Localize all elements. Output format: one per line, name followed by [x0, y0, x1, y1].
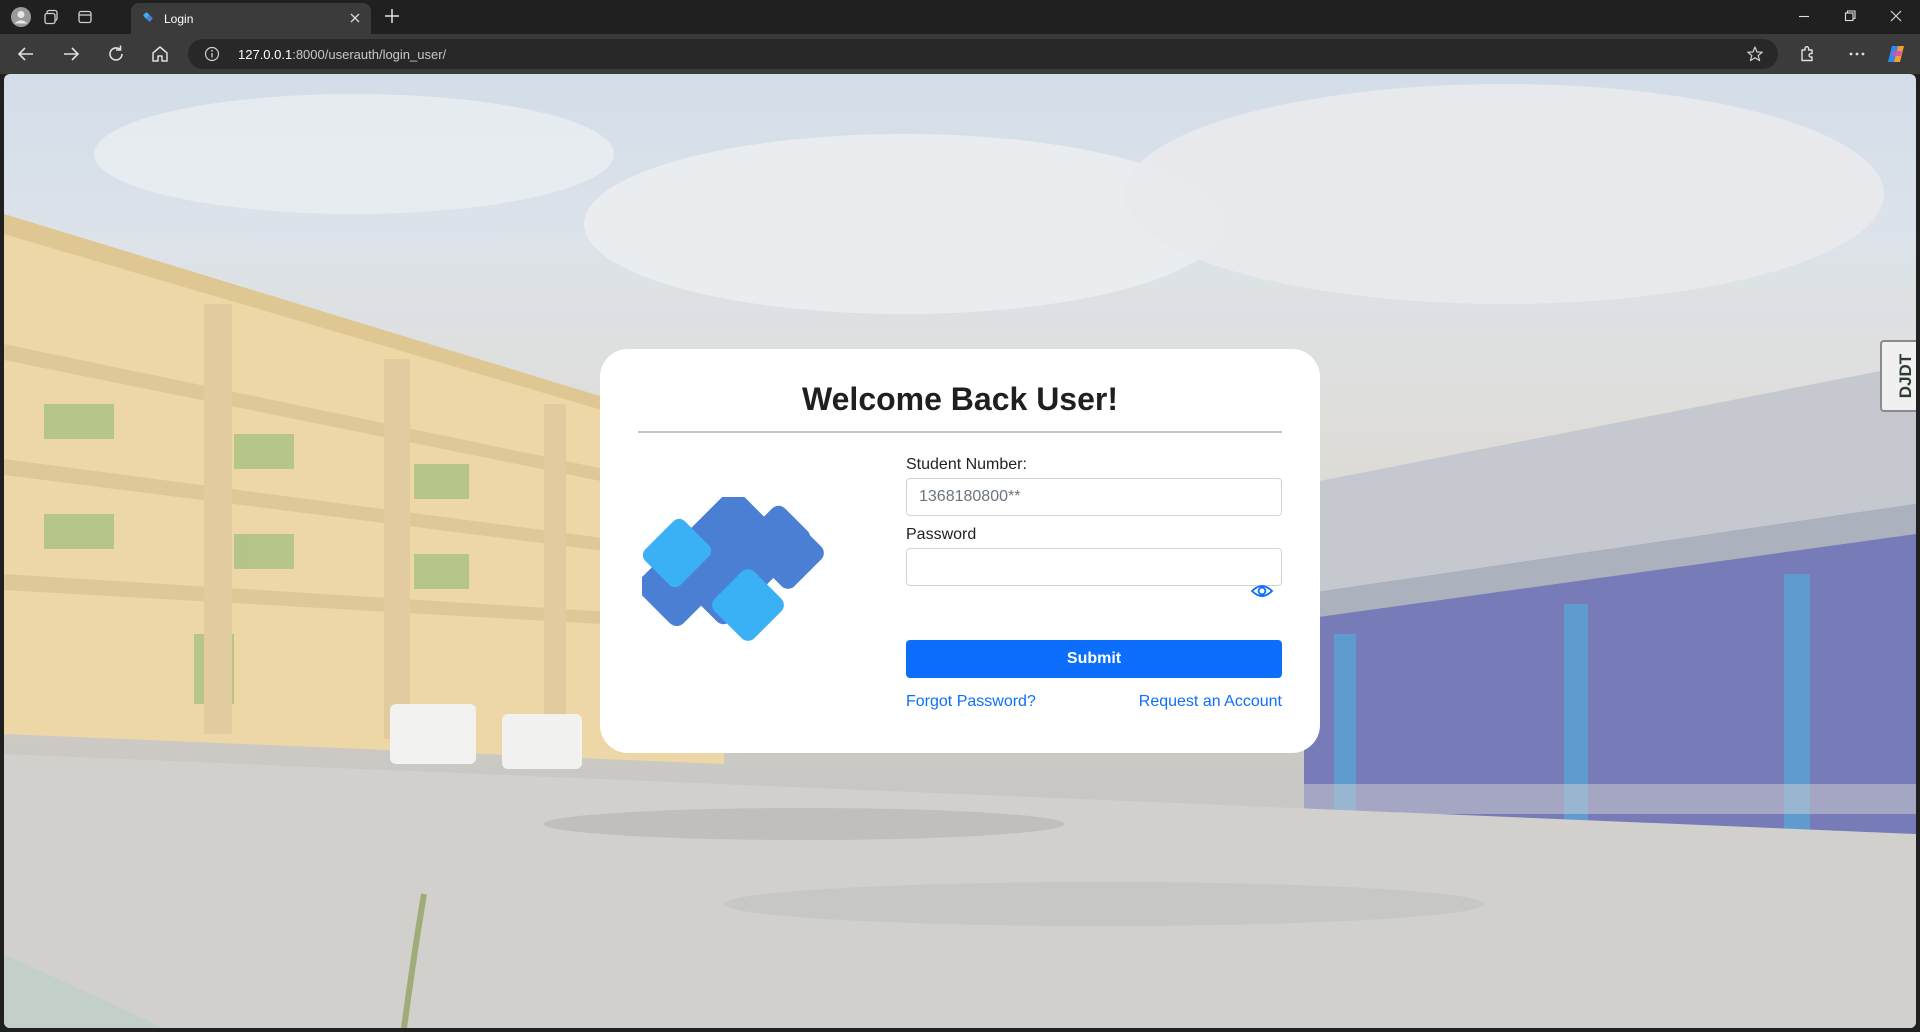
request-account-link[interactable]: Request an Account [1139, 693, 1282, 711]
minimize-icon[interactable] [1794, 6, 1814, 26]
login-card: Welcome Back User! Student Number: Passw… [600, 349, 1320, 753]
student-number-input[interactable] [906, 478, 1282, 516]
restore-icon[interactable] [1840, 6, 1860, 26]
url-path: :8000/userauth/login_user/ [292, 47, 447, 62]
forgot-password-link[interactable]: Forgot Password? [906, 693, 1036, 711]
window-close-icon[interactable] [1886, 6, 1906, 26]
url-text[interactable]: 127.0.0.1:8000/userauth/login_user/ [238, 47, 446, 62]
title-divider [638, 431, 1282, 433]
page-title: Welcome Back User! [802, 381, 1118, 417]
extensions-icon[interactable] [1795, 42, 1819, 66]
home-icon[interactable] [148, 42, 172, 66]
tab-favicon [141, 11, 155, 30]
close-icon[interactable] [347, 10, 363, 31]
plus-icon[interactable] [381, 5, 403, 32]
tab-actions-icon[interactable] [73, 5, 97, 29]
debug-toolbar-handle[interactable]: DJDT [1880, 340, 1916, 412]
reload-icon[interactable] [104, 42, 128, 66]
site-info-icon[interactable] [204, 46, 220, 67]
profile-icon[interactable] [9, 5, 33, 29]
student-number-label: Student Number: [906, 456, 1027, 473]
show-password-eye-icon[interactable] [1250, 582, 1274, 600]
tab-login[interactable]: Login [131, 3, 371, 34]
debug-toolbar-label: DJDT [1896, 353, 1916, 399]
more-icon[interactable] [1845, 42, 1869, 66]
copilot-icon[interactable] [1884, 42, 1908, 66]
tab-title: Login [164, 12, 194, 26]
forward-icon[interactable] [59, 42, 83, 66]
back-icon[interactable] [14, 42, 38, 66]
browser-titlebar: Login [0, 0, 1920, 34]
password-label: Password [906, 526, 977, 543]
app-logo [637, 490, 852, 662]
url-host: 127.0.0.1 [238, 47, 293, 62]
browser-toolbar: 127.0.0.1:8000/userauth/login_user/ [0, 34, 1920, 74]
address-bar[interactable]: 127.0.0.1:8000/userauth/login_user/ [188, 39, 1778, 69]
password-input[interactable] [906, 548, 1282, 586]
submit-button[interactable]: Submit [906, 640, 1282, 678]
workspaces-icon[interactable] [39, 5, 63, 29]
page-viewport: Welcome Back User! Student Number: Passw… [4, 74, 1916, 1028]
favorite-star-icon[interactable] [1746, 45, 1764, 68]
